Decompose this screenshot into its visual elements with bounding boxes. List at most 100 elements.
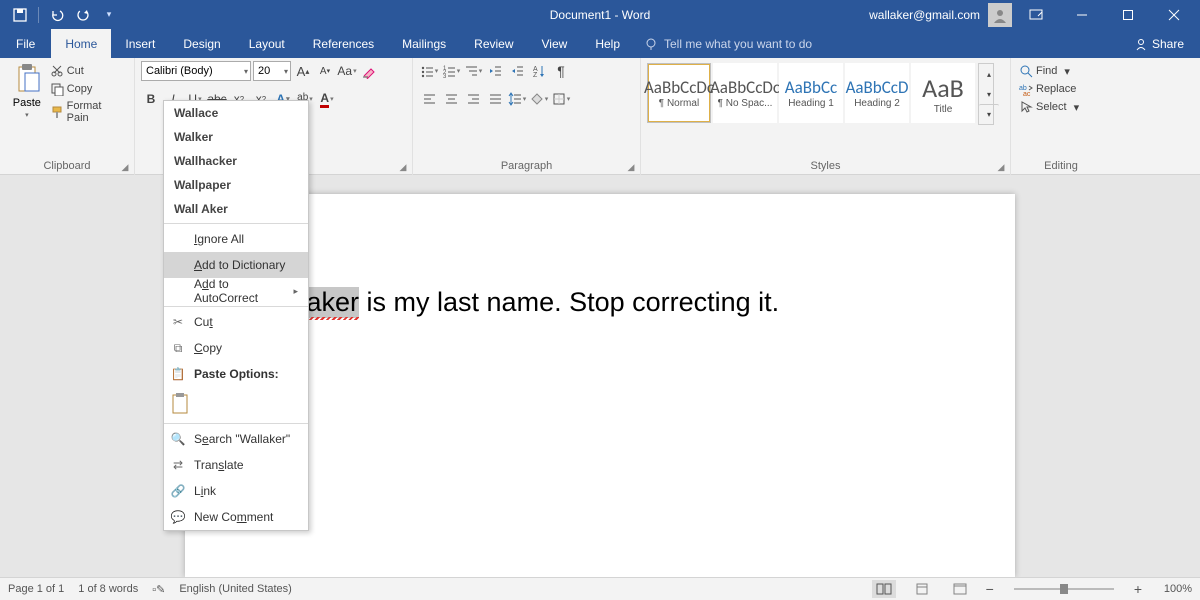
font-name-combo[interactable]: Calibri (Body)▾ bbox=[141, 61, 251, 81]
zoom-out-button[interactable]: − bbox=[986, 581, 994, 597]
close-button[interactable] bbox=[1152, 0, 1196, 29]
context-cut-item[interactable]: ✂Cut bbox=[164, 309, 308, 335]
scissors-icon: ✂ bbox=[170, 315, 186, 329]
format-painter-button[interactable]: Format Pain bbox=[48, 99, 128, 125]
increase-indent-icon[interactable] bbox=[507, 61, 527, 81]
align-left-icon[interactable] bbox=[419, 89, 439, 109]
line-spacing-icon[interactable]: ▾ bbox=[507, 89, 527, 109]
search-item[interactable]: 🔍Search "Wallaker" bbox=[164, 426, 308, 452]
shrink-font-icon[interactable]: A▾ bbox=[315, 61, 335, 81]
shading-icon[interactable]: ▾ bbox=[529, 89, 549, 109]
ribbon-tabs: File Home Insert Design Layout Reference… bbox=[0, 29, 1200, 58]
style-heading-1[interactable]: AaBbCcHeading 1 bbox=[779, 63, 843, 123]
tab-view[interactable]: View bbox=[528, 29, 582, 58]
show-paragraph-marks-icon[interactable]: ¶ bbox=[551, 61, 571, 81]
align-center-icon[interactable] bbox=[441, 89, 461, 109]
suggestion-item[interactable]: Wallace bbox=[164, 101, 308, 125]
save-icon[interactable] bbox=[8, 3, 32, 27]
tab-file[interactable]: File bbox=[0, 29, 51, 58]
context-copy-item[interactable]: ⧉Copy bbox=[164, 335, 308, 361]
suggestion-item[interactable]: Wallhacker bbox=[164, 149, 308, 173]
paste-button[interactable]: Paste ▾ bbox=[6, 61, 48, 121]
styles-scroll-up-icon[interactable]: ▴ bbox=[979, 64, 999, 84]
add-to-dictionary-item[interactable]: Add to Dictionary bbox=[164, 252, 308, 278]
new-comment-item[interactable]: 💬New Comment bbox=[164, 504, 308, 530]
translate-item[interactable]: ⇄Translate bbox=[164, 452, 308, 478]
tab-help[interactable]: Help bbox=[581, 29, 634, 58]
styles-more-icon[interactable]: ▾ bbox=[979, 104, 999, 124]
user-avatar[interactable] bbox=[988, 3, 1012, 27]
select-button[interactable]: Select▾ bbox=[1017, 99, 1081, 115]
multilevel-list-icon[interactable]: ▾ bbox=[463, 61, 483, 81]
page-status[interactable]: Page 1 of 1 bbox=[8, 583, 64, 595]
tab-references[interactable]: References bbox=[299, 29, 388, 58]
bold-icon[interactable]: B bbox=[141, 89, 161, 109]
clipboard-launcher-icon[interactable]: ◢ bbox=[119, 161, 131, 173]
replace-button[interactable]: abacReplace bbox=[1017, 81, 1081, 97]
font-color-icon[interactable]: A▾ bbox=[317, 89, 337, 109]
suggestion-item[interactable]: Walker bbox=[164, 125, 308, 149]
share-label: Share bbox=[1152, 37, 1184, 51]
ignore-all-item[interactable]: Ignore All bbox=[164, 226, 308, 252]
style-sample: AaBbCcDc bbox=[644, 77, 714, 98]
align-right-icon[interactable] bbox=[463, 89, 483, 109]
style-heading-2[interactable]: AaBbCcDHeading 2 bbox=[845, 63, 909, 123]
undo-icon[interactable] bbox=[45, 3, 69, 27]
ribbon-display-options-icon[interactable] bbox=[1014, 0, 1058, 29]
word-count[interactable]: 1 of 8 words bbox=[78, 583, 138, 595]
tab-review[interactable]: Review bbox=[460, 29, 527, 58]
numbering-icon[interactable]: 123▾ bbox=[441, 61, 461, 81]
styles-launcher-icon[interactable]: ◢ bbox=[995, 161, 1007, 173]
document-text[interactable]: is my last name. Stop correcting it. bbox=[359, 287, 779, 317]
style-label: Title bbox=[934, 104, 953, 115]
tab-home[interactable]: Home bbox=[51, 29, 111, 58]
zoom-level[interactable]: 100% bbox=[1156, 583, 1192, 595]
cut-button[interactable]: Cut bbox=[48, 63, 128, 79]
change-case-icon[interactable]: Aa▾ bbox=[337, 61, 357, 81]
style-no-spacing[interactable]: AaBbCcDc¶ No Spac... bbox=[713, 63, 777, 123]
font-launcher-icon[interactable]: ◢ bbox=[397, 161, 409, 173]
find-button[interactable]: Find▾ bbox=[1017, 63, 1081, 79]
minimize-button[interactable] bbox=[1060, 0, 1104, 29]
tab-design[interactable]: Design bbox=[169, 29, 234, 58]
scissors-icon bbox=[50, 64, 64, 78]
borders-icon[interactable]: ▾ bbox=[551, 89, 571, 109]
zoom-in-button[interactable]: + bbox=[1134, 581, 1142, 597]
font-size-combo[interactable]: 20▾ bbox=[253, 61, 291, 81]
grow-font-icon[interactable]: A▴ bbox=[293, 61, 313, 81]
suggestion-item[interactable]: Wall Aker bbox=[164, 197, 308, 221]
tab-layout[interactable]: Layout bbox=[235, 29, 299, 58]
clear-formatting-icon[interactable] bbox=[359, 61, 379, 81]
share-button[interactable]: Share bbox=[1134, 37, 1200, 51]
maximize-button[interactable] bbox=[1106, 0, 1150, 29]
read-mode-icon[interactable] bbox=[872, 580, 896, 598]
paragraph-launcher-icon[interactable]: ◢ bbox=[625, 161, 637, 173]
web-layout-icon[interactable] bbox=[948, 580, 972, 598]
zoom-slider[interactable] bbox=[1014, 588, 1114, 590]
suggestion-item[interactable]: Wallpaper bbox=[164, 173, 308, 197]
language-status[interactable]: English (United States) bbox=[179, 583, 292, 595]
print-layout-icon[interactable] bbox=[910, 580, 934, 598]
add-to-autocorrect-item[interactable]: Add to AutoCorrect▸ bbox=[164, 278, 308, 304]
customize-qat-icon[interactable]: ▾ bbox=[97, 3, 121, 27]
status-bar: Page 1 of 1 1 of 8 words ▫✎ English (Uni… bbox=[0, 577, 1200, 600]
bullets-icon[interactable]: ▾ bbox=[419, 61, 439, 81]
styles-scroll-down-icon[interactable]: ▾ bbox=[979, 84, 999, 104]
user-email[interactable]: wallaker@gmail.com bbox=[869, 8, 980, 22]
decrease-indent-icon[interactable] bbox=[485, 61, 505, 81]
tell-me-search[interactable]: Tell me what you want to do bbox=[644, 37, 812, 51]
paste-option-keep-source[interactable] bbox=[164, 387, 308, 421]
spell-check-icon[interactable]: ▫✎ bbox=[152, 583, 165, 596]
justify-icon[interactable] bbox=[485, 89, 505, 109]
tab-insert[interactable]: Insert bbox=[111, 29, 169, 58]
tab-mailings[interactable]: Mailings bbox=[388, 29, 460, 58]
redo-icon[interactable] bbox=[71, 3, 95, 27]
style-title[interactable]: AaBTitle bbox=[911, 63, 975, 123]
copy-button[interactable]: Copy bbox=[48, 81, 128, 97]
style-label: ¶ No Spac... bbox=[718, 98, 773, 109]
link-item[interactable]: 🔗Link bbox=[164, 478, 308, 504]
svg-text:Z: Z bbox=[533, 72, 538, 78]
style-normal[interactable]: AaBbCcDc¶ Normal bbox=[647, 63, 711, 123]
document-page[interactable]: Wallaker is my last name. Stop correctin… bbox=[185, 194, 1015, 577]
sort-icon[interactable]: AZ bbox=[529, 61, 549, 81]
